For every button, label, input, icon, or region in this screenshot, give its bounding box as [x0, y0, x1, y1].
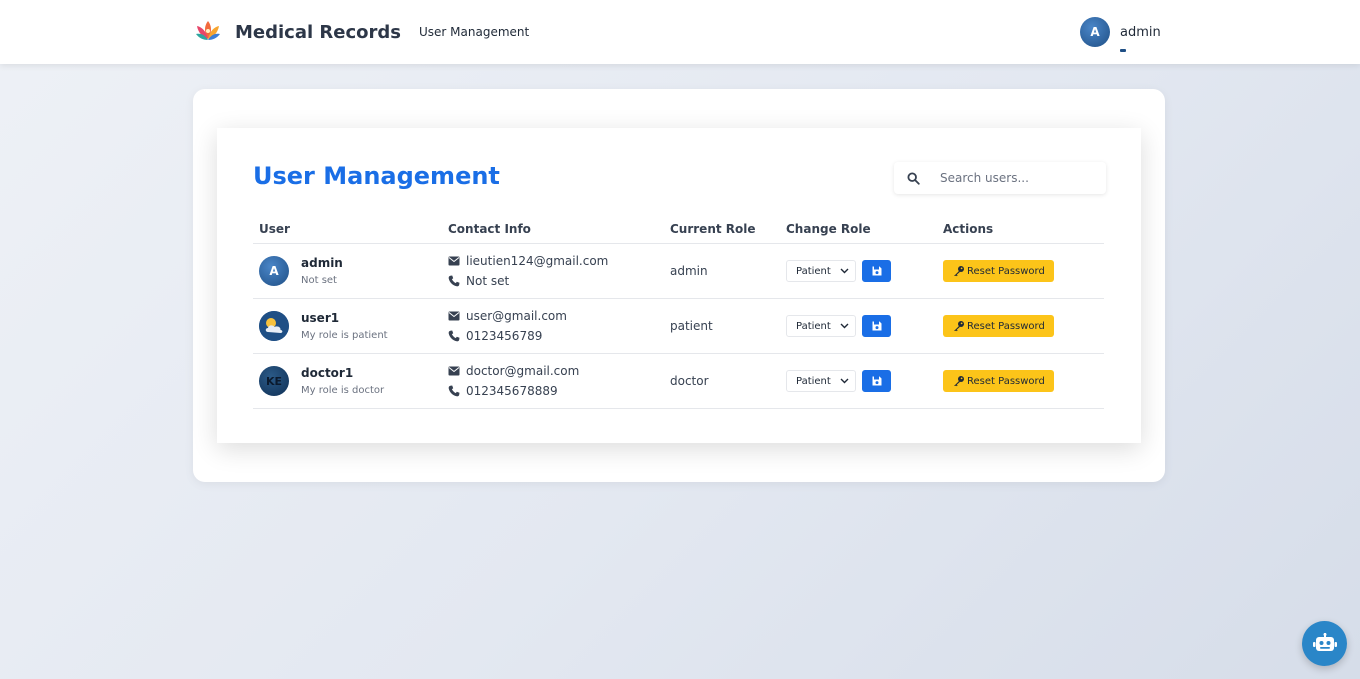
chatbot-button[interactable]	[1302, 621, 1347, 666]
envelope-icon	[448, 256, 466, 266]
table-row: user1 My role is patient user@gmail.com	[253, 298, 1104, 354]
table-row: KE doctor1 My role is doctor doctor@gmai…	[253, 353, 1104, 409]
save-role-button[interactable]	[862, 260, 891, 282]
current-role: doctor	[664, 353, 780, 409]
column-header-current-role: Current Role	[664, 214, 780, 244]
user-name: user1	[301, 311, 340, 325]
floppy-disk-icon	[872, 321, 881, 331]
chevron-down-icon	[840, 323, 849, 329]
search-icon	[894, 171, 932, 185]
user-subtitle: My role is patient	[301, 330, 388, 341]
column-header-user: User	[253, 214, 442, 244]
key-icon	[954, 266, 964, 277]
user-subtitle: Not set	[301, 275, 337, 286]
chevron-down-icon	[840, 378, 849, 384]
role-select-value: Patient	[796, 375, 831, 387]
contact-phone: 012345678889	[448, 384, 664, 398]
avatar: A	[259, 256, 289, 286]
user-subtitle: My role is doctor	[301, 385, 385, 396]
avatar: A	[1080, 17, 1110, 47]
robot-icon	[1312, 632, 1337, 651]
search-input[interactable]	[932, 170, 1102, 186]
role-select[interactable]: Patient	[786, 370, 856, 392]
page-title: User Management	[253, 162, 500, 190]
role-select[interactable]: Patient	[786, 315, 856, 337]
reset-password-label: Reset Password	[967, 265, 1045, 277]
email-text: lieutien124@gmail.com	[466, 254, 609, 268]
top-navbar: Medical Records User Management A admin	[0, 0, 1360, 64]
current-role: patient	[664, 298, 780, 354]
weather-avatar-icon	[259, 311, 289, 341]
email-text: doctor@gmail.com	[466, 364, 580, 378]
reset-password-label: Reset Password	[967, 375, 1045, 387]
avatar: KE	[259, 366, 289, 396]
contact-email: doctor@gmail.com	[448, 364, 664, 378]
table-header-row: User Contact Info Current Role Change Ro…	[253, 214, 1104, 244]
column-header-actions: Actions	[937, 214, 1104, 244]
chevron-down-icon	[840, 268, 849, 274]
phone-icon	[448, 275, 466, 287]
envelope-icon	[448, 311, 466, 321]
save-role-button[interactable]	[862, 370, 891, 392]
key-icon	[954, 321, 964, 332]
user-name: admin	[301, 256, 343, 270]
contact-phone: Not set	[448, 274, 664, 288]
reset-password-button[interactable]: Reset Password	[943, 315, 1054, 337]
user-name: doctor1	[301, 366, 354, 380]
contact-phone: 0123456789	[448, 329, 664, 343]
avatar	[259, 311, 289, 341]
phone-text: 0123456789	[466, 329, 543, 343]
reset-password-button[interactable]: Reset Password	[943, 370, 1054, 392]
content-card: User Management User Contact Info Curren…	[193, 89, 1165, 482]
reset-password-button[interactable]: Reset Password	[943, 260, 1054, 282]
reset-password-label: Reset Password	[967, 320, 1045, 332]
brand[interactable]: Medical Records User Management	[193, 16, 529, 48]
current-role: admin	[664, 243, 780, 299]
brand-name: Medical Records	[235, 21, 402, 43]
column-header-contact: Contact Info	[442, 214, 664, 244]
contact-email: lieutien124@gmail.com	[448, 254, 664, 268]
contact-email: user@gmail.com	[448, 309, 664, 323]
email-text: user@gmail.com	[466, 309, 567, 323]
user-cell: user1 My role is patient	[259, 311, 442, 341]
nav-username: admin	[1120, 24, 1161, 40]
role-select-value: Patient	[796, 320, 831, 332]
search-box	[894, 162, 1106, 194]
floppy-disk-icon	[872, 376, 881, 386]
user-menu[interactable]: A admin	[1080, 17, 1161, 47]
role-select[interactable]: Patient	[786, 260, 856, 282]
users-table: User Contact Info Current Role Change Ro…	[253, 214, 1104, 409]
column-header-change-role: Change Role	[780, 214, 937, 244]
lotus-logo-icon	[196, 21, 220, 40]
nav-link-user-management[interactable]: User Management	[419, 25, 529, 39]
key-icon	[954, 376, 964, 387]
role-select-value: Patient	[796, 265, 831, 277]
user-management-panel: User Management User Contact Info Curren…	[217, 128, 1141, 443]
save-role-button[interactable]	[862, 315, 891, 337]
active-indicator	[1120, 49, 1126, 52]
user-cell: KE doctor1 My role is doctor	[259, 366, 442, 396]
phone-text: Not set	[466, 274, 510, 288]
envelope-icon	[448, 366, 466, 376]
phone-icon	[448, 385, 466, 397]
phone-text: 012345678889	[466, 384, 558, 398]
floppy-disk-icon	[872, 266, 881, 276]
user-cell: A admin Not set	[259, 256, 442, 286]
phone-icon	[448, 330, 466, 342]
table-row: A admin Not set lieutien124@gmail.com No…	[253, 243, 1104, 299]
